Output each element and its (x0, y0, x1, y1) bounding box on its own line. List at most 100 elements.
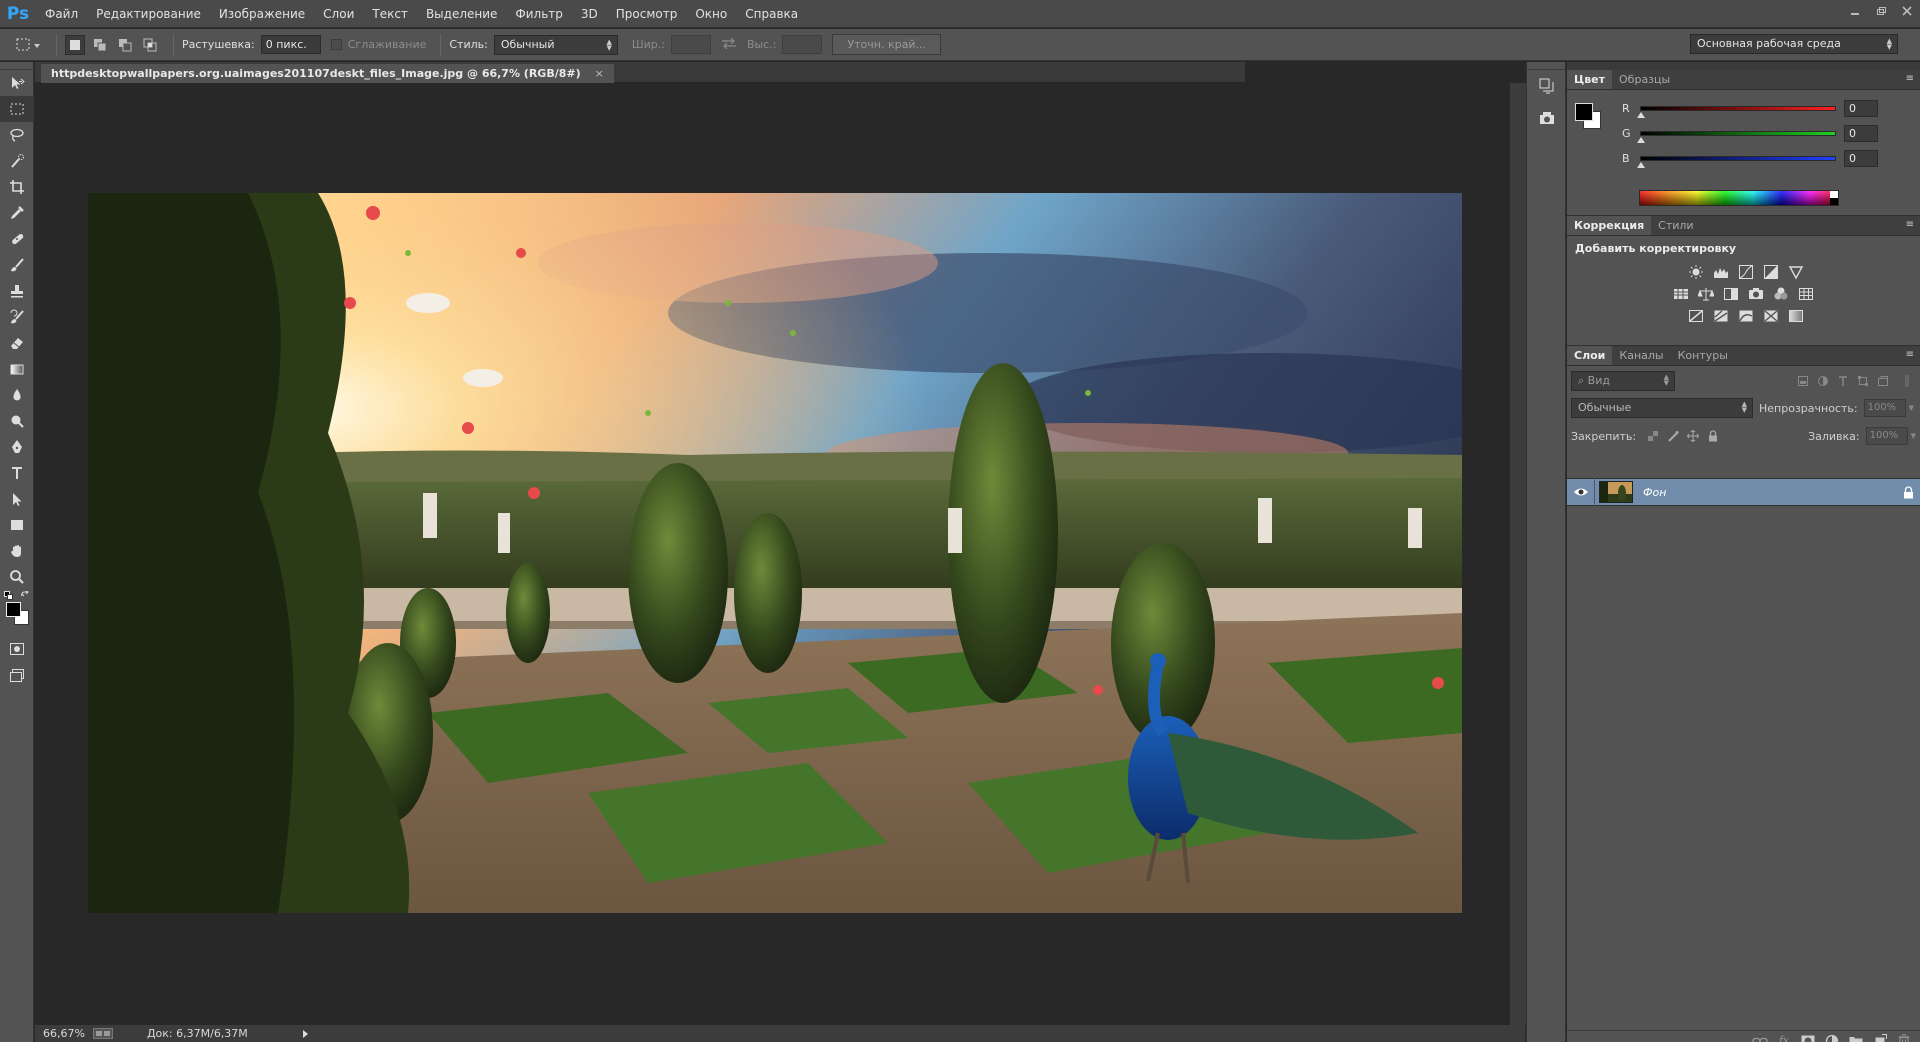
green-slider[interactable] (1637, 130, 1836, 143)
gradient-map-icon[interactable] (1785, 306, 1806, 326)
style-select[interactable]: Обычный ▲ ▼ (493, 34, 618, 55)
antialias-checkbox[interactable] (330, 39, 342, 50)
properties-panel-icon[interactable] (1527, 102, 1567, 134)
quick-mask-icon[interactable] (0, 636, 34, 662)
layer-name[interactable]: Фон (1643, 486, 1896, 499)
menu-image[interactable]: Изображение (210, 0, 314, 28)
close-tab-icon[interactable]: × (595, 67, 604, 80)
green-slider-thumb[interactable] (1637, 136, 1645, 143)
new-adjustment-layer-icon[interactable] (1820, 1032, 1844, 1042)
color-panel-foreground[interactable] (1575, 103, 1593, 121)
panel-grip[interactable] (1567, 62, 1920, 70)
path-select-icon[interactable] (0, 486, 34, 512)
document-tab[interactable]: httpdesktopwallpapers.org.uaimages201107… (41, 64, 614, 83)
blend-mode-select[interactable]: Обычные ▲ ▼ (1571, 398, 1753, 418)
curves-icon[interactable] (1735, 262, 1756, 282)
fill-input[interactable]: 100% (1865, 427, 1908, 445)
zoom-level[interactable]: 66,67% (43, 1027, 85, 1040)
panel-menu-icon[interactable]: ≡ (1906, 349, 1914, 360)
blur-icon[interactable] (0, 382, 34, 408)
opacity-input[interactable]: 100% (1863, 399, 1906, 417)
blue-slider[interactable] (1637, 155, 1836, 168)
healing-brush-icon[interactable] (0, 226, 34, 252)
invert-icon[interactable] (1685, 306, 1706, 326)
hue-saturation-icon[interactable] (1670, 284, 1691, 304)
menu-help[interactable]: Справка (736, 0, 807, 28)
menu-filter[interactable]: Фильтр (506, 0, 571, 28)
menu-select[interactable]: Выделение (417, 0, 506, 28)
layer-filter-select[interactable]: ⌕ Вид ▲ ▼ (1571, 371, 1675, 391)
visibility-eye-icon[interactable] (1567, 478, 1595, 506)
gradient-icon[interactable] (0, 356, 34, 382)
foreground-color[interactable] (6, 602, 21, 617)
workspace-select[interactable]: Основная рабочая среда ▲ ▼ (1690, 34, 1898, 54)
vertical-scrollbar[interactable] (1510, 83, 1526, 1025)
tab-adjustments[interactable]: Коррекция (1567, 216, 1652, 235)
status-info-icon[interactable] (92, 1028, 113, 1039)
vibrance-icon[interactable] (1785, 262, 1806, 282)
width-input[interactable] (670, 35, 711, 54)
exposure-icon[interactable] (1760, 262, 1781, 282)
threshold-icon[interactable] (1735, 306, 1756, 326)
eraser-icon[interactable] (0, 330, 34, 356)
status-menu-arrow-icon[interactable] (302, 1029, 309, 1039)
brush-icon[interactable] (0, 252, 34, 278)
eyedropper-icon[interactable] (0, 200, 34, 226)
minimize-icon[interactable] (1842, 0, 1868, 22)
levels-icon[interactable] (1710, 262, 1731, 282)
artwork-image[interactable] (88, 193, 1462, 913)
delete-layer-icon[interactable] (1892, 1032, 1916, 1042)
channel-mixer-icon[interactable] (1770, 284, 1791, 304)
posterize-icon[interactable] (1710, 306, 1731, 326)
tool-preset-picker[interactable] (8, 33, 48, 57)
filter-adjustment-icon[interactable] (1814, 372, 1832, 390)
red-slider[interactable] (1637, 105, 1836, 118)
menu-edit[interactable]: Редактирование (87, 0, 210, 28)
menu-type[interactable]: Текст (363, 0, 417, 28)
opacity-dropdown-icon[interactable]: ▼ (1909, 404, 1914, 412)
lock-transparent-icon[interactable] (1644, 427, 1662, 445)
fill-dropdown-icon[interactable]: ▼ (1911, 432, 1916, 440)
move-icon[interactable] (0, 70, 34, 96)
menu-window[interactable]: Окно (686, 0, 736, 28)
selective-color-icon[interactable] (1760, 306, 1781, 326)
swap-colors-icon[interactable] (20, 590, 30, 603)
filter-smart-object-icon[interactable] (1874, 372, 1892, 390)
color-spectrum[interactable] (1639, 190, 1839, 206)
close-icon[interactable] (1894, 0, 1920, 22)
filter-pixel-icon[interactable] (1794, 372, 1812, 390)
add-to-selection-icon[interactable] (90, 35, 110, 55)
hand-icon[interactable] (0, 538, 34, 564)
red-slider-thumb[interactable] (1637, 111, 1645, 118)
refine-edge-button[interactable]: Уточн. край... (832, 34, 941, 55)
panel-menu-icon[interactable]: ≡ (1906, 73, 1914, 84)
shape-icon[interactable] (0, 512, 34, 538)
dock-grip[interactable] (1527, 62, 1565, 70)
zoom-icon[interactable] (0, 564, 34, 590)
lock-all-icon[interactable] (1704, 427, 1722, 445)
filter-toggle-icon[interactable] (1898, 372, 1916, 390)
new-selection-icon[interactable] (65, 34, 85, 55)
swap-dimensions-icon[interactable] (721, 37, 737, 52)
tab-channels[interactable]: Каналы (1612, 346, 1670, 365)
subtract-from-selection-icon[interactable] (115, 35, 135, 55)
screen-mode-icon[interactable] (0, 662, 34, 688)
photo-filter-icon[interactable] (1745, 284, 1766, 304)
green-value[interactable]: 0 (1844, 124, 1878, 142)
filter-shape-icon[interactable] (1854, 372, 1872, 390)
panel-menu-icon[interactable]: ≡ (1906, 219, 1914, 230)
crop-icon[interactable] (0, 174, 34, 200)
lock-pixels-icon[interactable] (1664, 427, 1682, 445)
menu-layer[interactable]: Слои (314, 0, 363, 28)
color-swatches[interactable] (0, 590, 34, 636)
tab-paths[interactable]: Контуры (1671, 346, 1735, 365)
history-brush-icon[interactable] (0, 304, 34, 330)
black-white-swatch[interactable] (1830, 191, 1838, 205)
height-input[interactable] (782, 35, 823, 54)
layer-row[interactable]: Фон (1567, 478, 1920, 506)
intersect-selection-icon[interactable] (140, 35, 160, 55)
new-layer-icon[interactable] (1868, 1032, 1892, 1042)
blue-slider-thumb[interactable] (1637, 161, 1645, 168)
black-white-icon[interactable] (1720, 284, 1741, 304)
color-balance-icon[interactable] (1695, 284, 1716, 304)
